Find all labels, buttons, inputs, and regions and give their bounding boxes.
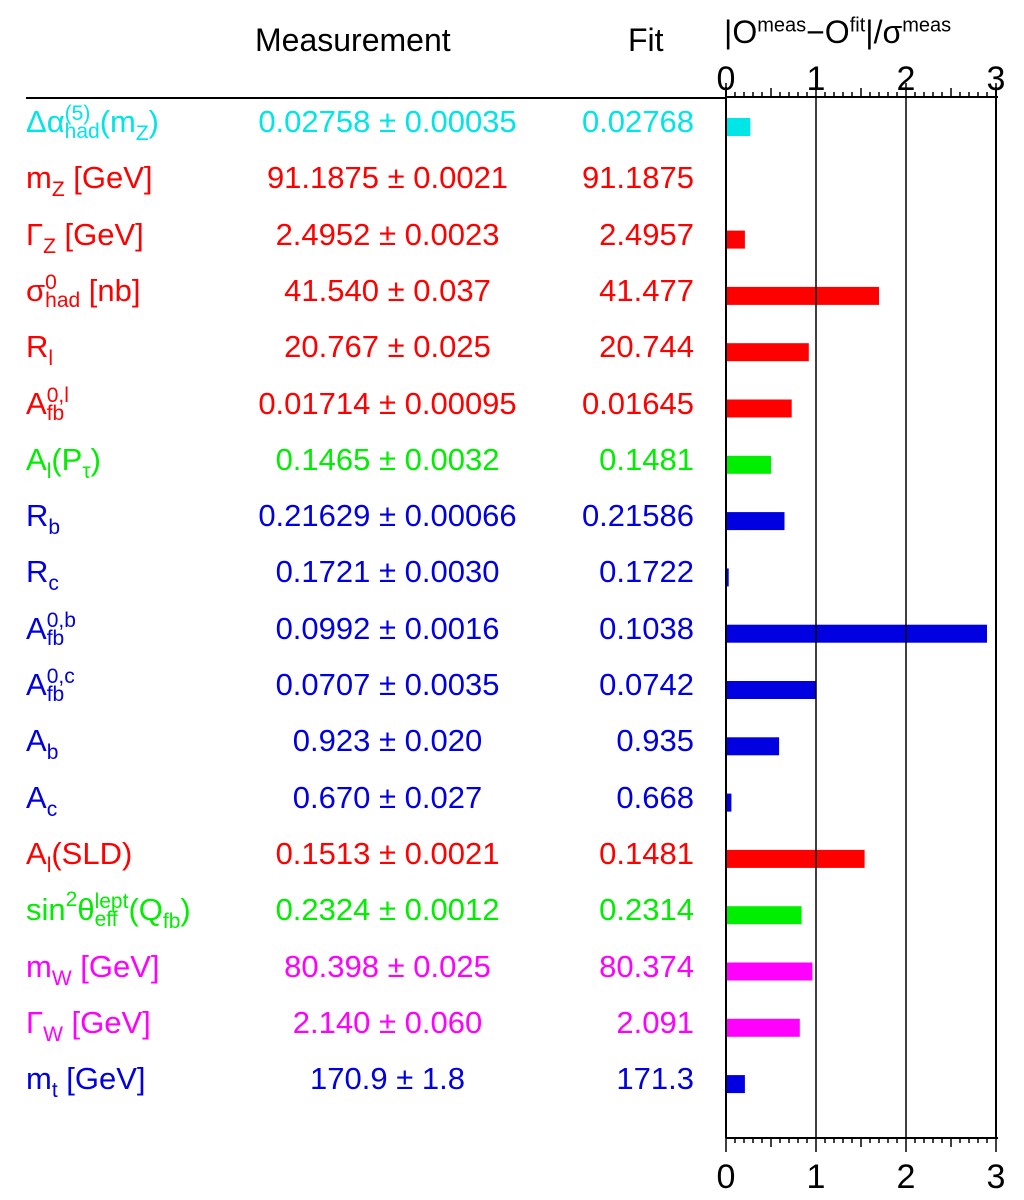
pull-bar — [726, 737, 780, 756]
bottom-axis-tick-label: 3 — [987, 1158, 1006, 1196]
pull-bar — [726, 681, 816, 699]
pull-bar-chart: 0 0 1 1 2 2 3 3 — [717, 60, 1006, 1196]
pull-bar — [726, 624, 987, 643]
pull-bar — [726, 118, 751, 136]
top-axis-tick-label: 3 — [987, 60, 1006, 98]
pull-bar — [726, 343, 809, 362]
pull-bar — [726, 906, 802, 925]
bottom-axis-tick-label: 0 — [717, 1158, 736, 1196]
pull-bar — [726, 286, 879, 305]
pull-bar — [726, 512, 785, 531]
bottom-axis-tick-label: 1 — [807, 1158, 826, 1196]
pull-bar — [726, 962, 813, 981]
pull-bar — [726, 455, 771, 474]
pull-bar — [726, 1075, 745, 1094]
pull-bar — [726, 849, 865, 868]
top-axis-tick-label: 0 — [717, 60, 736, 98]
pull-bar — [726, 230, 745, 249]
bottom-axis-tick-label: 2 — [897, 1158, 916, 1196]
top-axis-tick-label: 2 — [897, 60, 916, 98]
pull-bar — [726, 399, 792, 418]
pull-bar — [726, 1018, 800, 1037]
top-axis-tick-label: 1 — [807, 60, 826, 98]
